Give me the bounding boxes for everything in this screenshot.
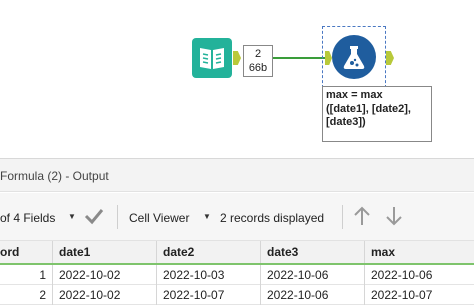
record-count: 2 bbox=[254, 48, 262, 60]
input-data-tool[interactable] bbox=[192, 38, 232, 78]
connection-line[interactable] bbox=[273, 57, 325, 59]
max-cell[interactable]: 2022-10-07 bbox=[364, 285, 474, 305]
formula-annotation: max = max ([date1], [date2], [date3]) bbox=[322, 86, 432, 142]
annotation-line: max = max bbox=[326, 89, 383, 101]
record-number-cell: 2 bbox=[39, 288, 46, 302]
date3-cell[interactable]: 2022-10-06 bbox=[260, 265, 364, 285]
arrow-up-icon[interactable] bbox=[352, 205, 372, 230]
records-status: 2 records displayed bbox=[220, 211, 325, 225]
annotation-line: [date3]) bbox=[326, 116, 366, 128]
grid-header: ord date1 date2 date3 max bbox=[0, 241, 474, 263]
column-header-date3[interactable]: date3 bbox=[260, 241, 364, 263]
connection-record-count: 2 66b bbox=[243, 45, 273, 77]
date1-cell[interactable]: 2022-10-02 bbox=[52, 265, 156, 285]
caret-down-icon[interactable]: ▼ bbox=[68, 212, 76, 221]
workflow-canvas[interactable]: 2 66b max = max ([date1], [date2], [date… bbox=[0, 0, 474, 158]
column-header-date1[interactable]: date1 bbox=[52, 241, 156, 263]
toolbar-divider bbox=[117, 205, 118, 229]
formula-flask-icon bbox=[343, 46, 365, 69]
table-row[interactable]: 2 2022-10-02 2022-10-07 2022-10-06 2022-… bbox=[0, 285, 474, 305]
date3-cell[interactable]: 2022-10-06 bbox=[260, 285, 364, 305]
book-input-icon bbox=[200, 48, 224, 69]
data-size: 66b bbox=[248, 62, 268, 74]
date1-cell[interactable]: 2022-10-02 bbox=[52, 285, 156, 305]
caret-down-icon[interactable]: ▼ bbox=[203, 212, 211, 221]
record-number-cell: 1 bbox=[39, 268, 46, 282]
column-header-max[interactable]: max bbox=[364, 241, 474, 263]
date2-cell[interactable]: 2022-10-07 bbox=[156, 285, 260, 305]
annotation-line: ([date1], [date2], bbox=[326, 102, 411, 115]
formula-tool-body bbox=[332, 35, 376, 79]
checkmark-icon[interactable] bbox=[84, 207, 104, 228]
table-row[interactable]: 1 2022-10-02 2022-10-03 2022-10-06 2022-… bbox=[0, 265, 474, 285]
date2-cell[interactable]: 2022-10-03 bbox=[156, 265, 260, 285]
column-header-record[interactable]: ord bbox=[0, 241, 52, 263]
column-header-date2[interactable]: date2 bbox=[156, 241, 260, 263]
input-output-anchor[interactable] bbox=[233, 51, 241, 65]
max-cell[interactable]: 2022-10-06 bbox=[364, 265, 474, 285]
formula-tool[interactable] bbox=[322, 26, 386, 88]
results-panel-title: Formula (2) - Output bbox=[0, 159, 474, 192]
results-toolbar: of 4 Fields ▼ Cell Viewer ▼ 2 records di… bbox=[0, 193, 474, 241]
cell-viewer-dropdown[interactable]: Cell Viewer bbox=[129, 211, 189, 225]
toolbar-divider bbox=[342, 205, 343, 229]
formula-output-anchor[interactable] bbox=[386, 51, 394, 65]
fields-selector[interactable]: of 4 Fields bbox=[0, 211, 55, 225]
arrow-down-icon[interactable] bbox=[384, 205, 404, 230]
